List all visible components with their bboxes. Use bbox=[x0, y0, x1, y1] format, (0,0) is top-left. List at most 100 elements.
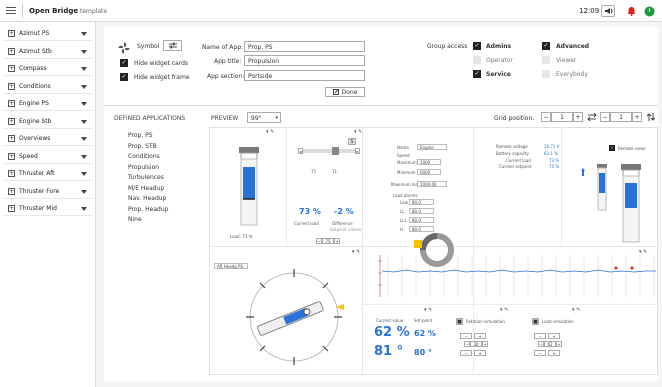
chevron-down-icon: ▾ bbox=[275, 115, 278, 121]
operator-label: Operator bbox=[486, 57, 513, 64]
step-value[interactable]: 75 bbox=[322, 238, 334, 244]
grid-y-decrement[interactable]: − bbox=[600, 112, 610, 122]
alarm-field[interactable]: 80.0 bbox=[409, 199, 434, 205]
widget-menu-icon[interactable]: ▾ ✎ bbox=[352, 249, 360, 255]
rotation-increment[interactable]: + bbox=[482, 341, 488, 347]
form-field[interactable]: 1000 bbox=[417, 159, 441, 165]
widget-menu-icon[interactable]: ▾ ✎ bbox=[424, 307, 432, 313]
rotation-btn[interactable]: + bbox=[474, 350, 486, 356]
grid-x-increment[interactable]: + bbox=[573, 112, 583, 122]
done-button[interactable]: Done bbox=[325, 87, 365, 97]
app-item[interactable]: Nine bbox=[128, 216, 142, 223]
load-sim-btn[interactable]: + bbox=[548, 350, 560, 356]
operator-checkbox[interactable] bbox=[473, 56, 481, 64]
rotation-btn[interactable]: − bbox=[460, 333, 472, 339]
form-label: Speed bbox=[397, 153, 410, 158]
readout-label: Battery capacity bbox=[496, 151, 529, 156]
advanced-checkbox[interactable]: ✓ bbox=[542, 42, 550, 50]
name-field[interactable]: Prop. PS bbox=[244, 41, 365, 52]
widget-menu-icon[interactable]: ▾ ✎ bbox=[354, 129, 362, 135]
load-label: Load: 73 % bbox=[230, 234, 253, 239]
sidebar-item-thruster-mid[interactable]: + Thruster Mid bbox=[4, 202, 92, 216]
sidebar-item-thruster-fore[interactable]: + Thruster Fore bbox=[4, 185, 92, 199]
readout-label: Current load bbox=[506, 158, 531, 163]
current-load-value: 73 % bbox=[299, 207, 321, 216]
sidebar-item-engine-stb[interactable]: + Engine Stb bbox=[4, 115, 92, 129]
sidebar-item-azimut-stb[interactable]: + Azimut Stb bbox=[4, 45, 92, 59]
grid-y-value[interactable]: 1 bbox=[610, 112, 632, 122]
load-sim-value[interactable]: 62 bbox=[544, 341, 556, 347]
load-sim-btn[interactable]: − bbox=[534, 333, 546, 339]
load-sim-toggle[interactable]: ■ bbox=[532, 318, 539, 325]
sliders-icon bbox=[168, 42, 177, 49]
sidebar-item-azimut-ps[interactable]: + Azimut PS bbox=[4, 27, 92, 41]
app-item[interactable]: Nav. Headup bbox=[128, 195, 166, 202]
remote-value-checkbox[interactable]: ✓ bbox=[609, 145, 615, 151]
everybody-checkbox[interactable] bbox=[542, 70, 550, 78]
service-checkbox[interactable]: ✓ bbox=[473, 70, 481, 78]
app-item[interactable]: Conditions bbox=[128, 153, 160, 160]
app-item[interactable]: M/E Headup bbox=[128, 185, 164, 192]
slider-right-arrow[interactable]: ▸ bbox=[355, 148, 360, 154]
app-item[interactable]: Prop. Headup bbox=[128, 206, 168, 213]
hide-frame-checkbox[interactable]: ✓ bbox=[120, 73, 128, 81]
widget-action-button[interactable]: S bbox=[348, 138, 356, 145]
grid-x-value[interactable]: 1 bbox=[551, 112, 573, 122]
admins-checkbox[interactable]: ✓ bbox=[473, 42, 481, 50]
load-sim-increment[interactable]: + bbox=[556, 341, 562, 347]
hide-cards-checkbox[interactable]: ✓ bbox=[120, 59, 128, 67]
sidebar-item-compass[interactable]: + Compass bbox=[4, 62, 92, 76]
alarm-field[interactable]: 80.0 bbox=[409, 217, 434, 223]
alarm-button[interactable] bbox=[624, 5, 638, 17]
sidebar-item-thruster-aft[interactable]: + Thruster Aft bbox=[4, 167, 92, 181]
step-increment[interactable]: + bbox=[334, 238, 340, 244]
hide-cards-label: Hide widget cards bbox=[134, 60, 188, 67]
rotation-btn[interactable]: − bbox=[460, 350, 472, 356]
symbol-picker-button[interactable] bbox=[163, 40, 182, 51]
status-button[interactable] bbox=[642, 5, 656, 17]
form-field[interactable]: 0000 bbox=[417, 169, 441, 175]
sidebar-item-label: Engine Stb bbox=[19, 118, 52, 125]
rotation-btn[interactable]: + bbox=[474, 333, 486, 339]
grid-line bbox=[362, 304, 658, 305]
ar-heading-field[interactable]: AR Headg PS bbox=[214, 263, 248, 269]
title-field[interactable]: Propulsion bbox=[244, 55, 365, 66]
chevron-down-icon bbox=[81, 84, 87, 89]
alarm-field[interactable]: 80.0 bbox=[409, 208, 434, 214]
zoom-select[interactable]: 99° ▾ bbox=[247, 112, 281, 123]
slider-thumb[interactable] bbox=[332, 147, 339, 155]
alarm-label: H bbox=[400, 227, 404, 232]
volume-button[interactable] bbox=[601, 5, 615, 17]
rotation-toggle[interactable]: ■ bbox=[456, 318, 463, 325]
grid-x-decrement[interactable]: − bbox=[541, 112, 551, 122]
rotation-value[interactable]: 30 bbox=[470, 341, 482, 347]
slider-left-arrow[interactable]: ◂ bbox=[298, 148, 303, 154]
app-item[interactable]: Prop. STB bbox=[128, 143, 157, 150]
defined-apps-header: DEFINED APPLICATIONS bbox=[114, 115, 186, 122]
widget-menu-icon[interactable]: ▾ ✎ bbox=[500, 307, 508, 313]
widget-menu-icon[interactable]: ▾ ✎ bbox=[266, 129, 274, 135]
load-sim-btn[interactable]: − bbox=[534, 350, 546, 356]
section-field[interactable]: Portside bbox=[244, 70, 365, 81]
grid-y-increment[interactable]: + bbox=[632, 112, 642, 122]
form-field[interactable]: 1000.00 bbox=[417, 181, 447, 187]
name-label: Name of App: bbox=[202, 44, 244, 51]
app-item[interactable]: Propulsion bbox=[128, 164, 159, 171]
sidebar-item-overviews[interactable]: + Overviews bbox=[4, 132, 92, 146]
form-field[interactable]: Engine bbox=[417, 144, 447, 150]
sidebar-item-label: Compass bbox=[19, 65, 47, 72]
sidebar-item-conditions[interactable]: + Conditions bbox=[4, 80, 92, 94]
app-item[interactable]: Prop. PS bbox=[128, 132, 153, 139]
load-sim-btn[interactable]: + bbox=[548, 333, 560, 339]
small-gauge bbox=[597, 164, 607, 211]
app-item[interactable]: Turbulences bbox=[128, 174, 164, 181]
sidebar-item-speed[interactable]: + Speed bbox=[4, 150, 92, 164]
readout-value: 63.1 % bbox=[544, 151, 558, 156]
plus-icon: + bbox=[8, 83, 15, 90]
sidebar-item-engine-ps[interactable]: + Engine PS bbox=[4, 97, 92, 111]
menu-icon[interactable] bbox=[6, 7, 16, 15]
widget-menu-icon[interactable]: ▾ ✎ bbox=[572, 307, 580, 313]
viewer-checkbox[interactable] bbox=[542, 56, 550, 64]
slider-track[interactable] bbox=[302, 149, 360, 153]
done-label: Done bbox=[341, 88, 358, 96]
